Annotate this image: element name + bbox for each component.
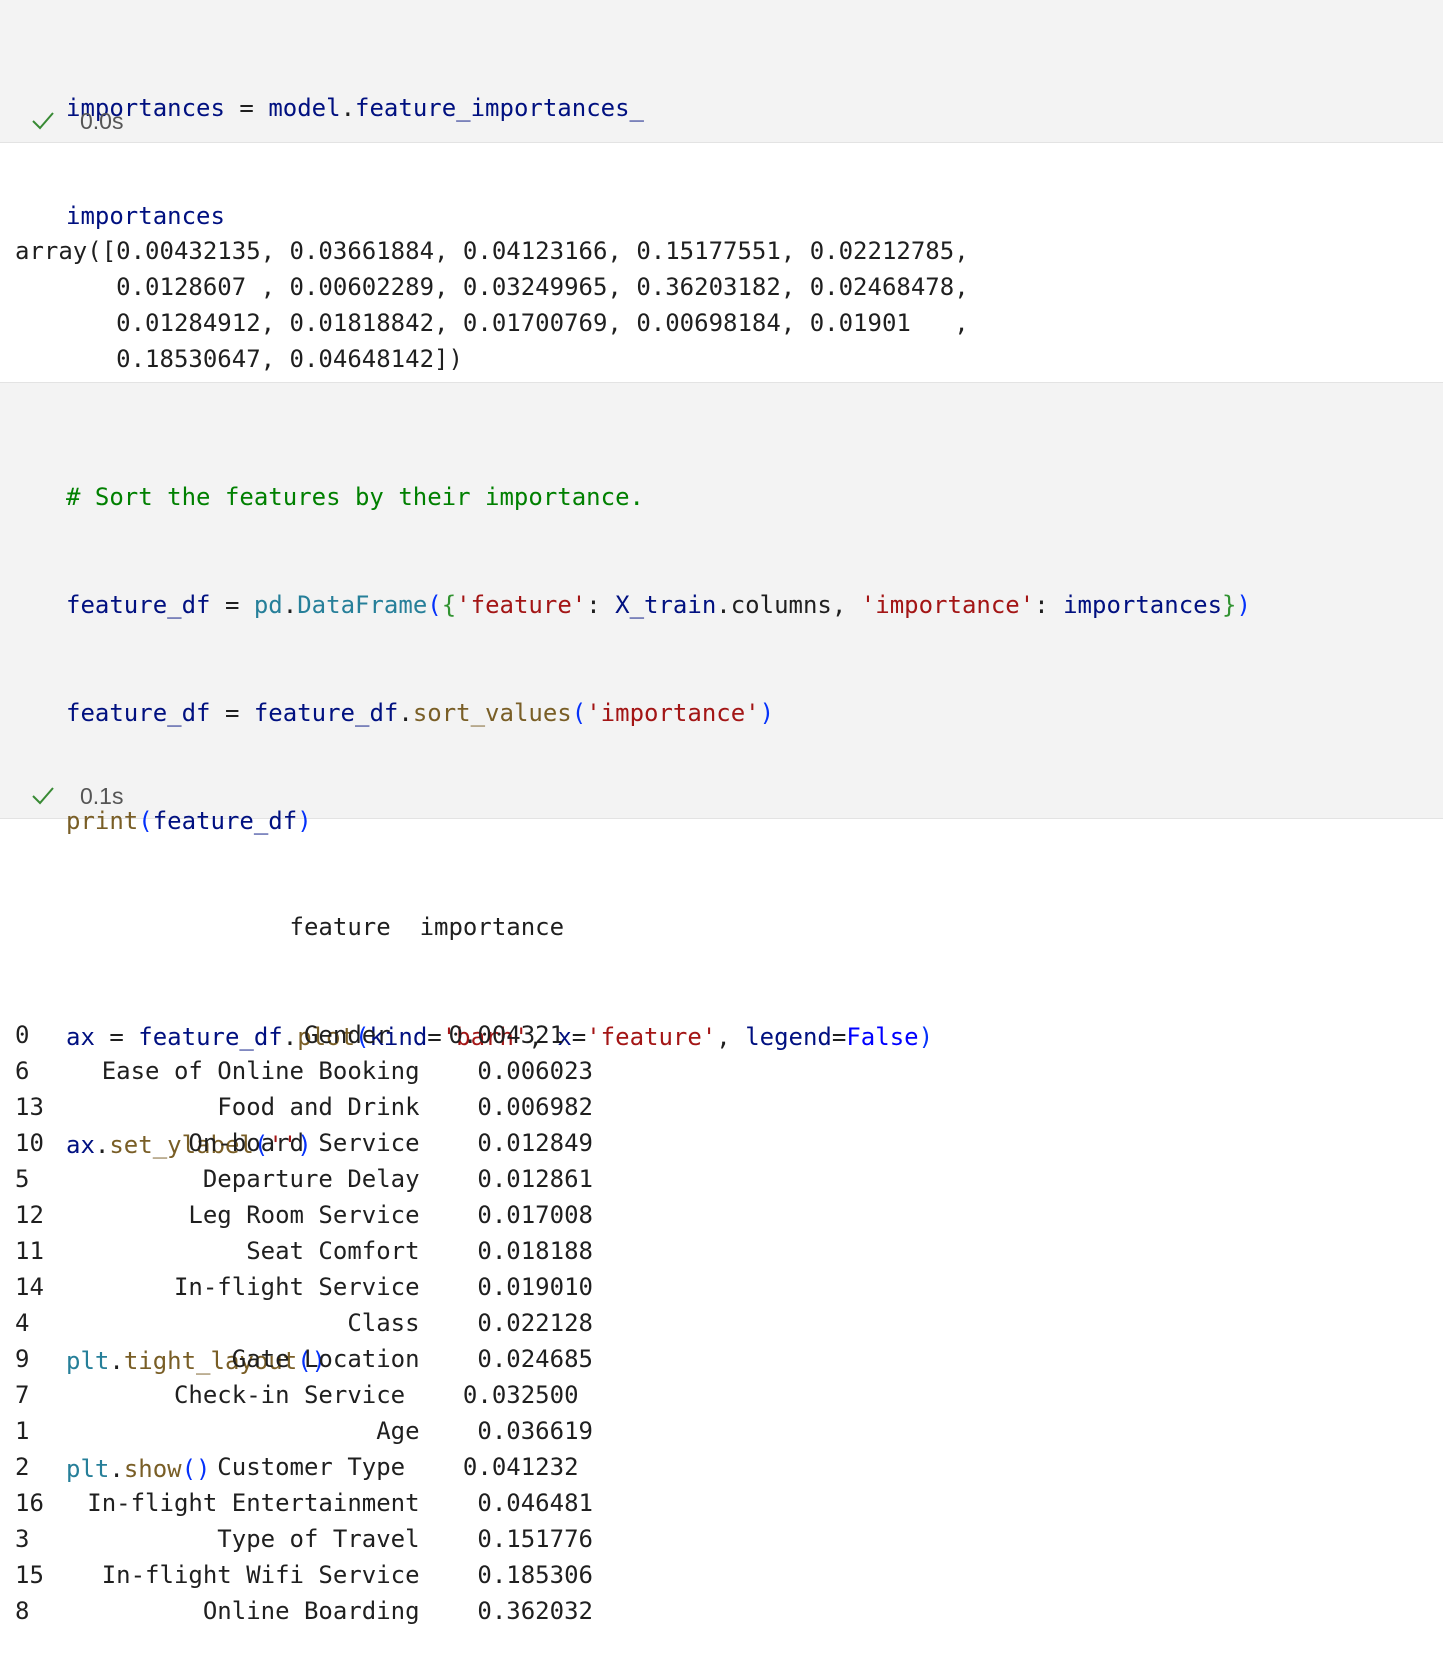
table-header: feature importance (15, 913, 565, 941)
code-token: ) (918, 1023, 934, 1051)
code-token: ) (1236, 591, 1251, 619)
code-token: . (398, 699, 413, 727)
code-token: ) (759, 699, 775, 727)
code-token: } (1222, 591, 1237, 619)
table-row: 4 Class 0.022128 (15, 1309, 593, 1337)
code-token: pd (253, 591, 283, 619)
code-token: 'feature' (456, 591, 587, 619)
code-token: : (586, 591, 616, 619)
table-row: 16 In-flight Entertainment 0.046481 (15, 1489, 593, 1517)
code-token: feature_df (253, 699, 399, 727)
code-token: : (1034, 591, 1064, 619)
code-token: feature_df (66, 591, 211, 619)
code-cell-1[interactable]: importances = model.feature_importances_… (0, 0, 1443, 230)
execution-status-2: 0.1s (30, 781, 123, 811)
table-row: 10 On-board Service 0.012849 (15, 1129, 593, 1157)
code-token: feature_df (66, 699, 211, 727)
code-token: . (716, 591, 731, 619)
code-token: DataFrame (297, 591, 428, 619)
code-line: feature_df = pd.DataFrame({'feature': X_… (66, 587, 1251, 623)
code-token: X_train (615, 591, 717, 619)
table-row: 2 Customer Type 0.041232 (15, 1453, 579, 1481)
table-row: 6 Ease of Online Booking 0.006023 (15, 1057, 593, 1085)
code-token: ( (427, 591, 442, 619)
check-icon (32, 787, 54, 805)
execution-time: 0.0s (80, 107, 124, 134)
output-line: 0.18530647, 0.04648142]) (15, 345, 463, 373)
check-icon (32, 112, 54, 130)
table-row: 12 Leg Room Service 0.017008 (15, 1201, 593, 1229)
code-token: ( (571, 699, 587, 727)
table-row: 0 Gender 0.004321 (15, 1021, 565, 1049)
table-row: 3 Type of Travel 0.151776 (15, 1525, 593, 1553)
table-row: 15 In-flight Wifi Service 0.185306 (15, 1561, 593, 1589)
code-token: 'feature' (586, 1023, 717, 1051)
code-token: = (210, 591, 254, 619)
code-token: , (716, 1023, 746, 1051)
cell-output-1: array([0.00432135, 0.03661884, 0.0412316… (15, 161, 969, 413)
code-token: , (831, 591, 861, 619)
table-row: 11 Seat Comfort 0.018188 (15, 1237, 593, 1265)
code-token: print (66, 807, 139, 835)
code-cell-2[interactable]: # Sort the features by their importance.… (0, 383, 1443, 1483)
code-token: . (282, 591, 298, 619)
table-row: 1 Age 0.036619 (15, 1417, 593, 1445)
table-row: 7 Check-in Service 0.032500 (15, 1381, 579, 1409)
code-line: print(feature_df) (66, 803, 1251, 839)
code-token: feature_df (152, 807, 298, 835)
code-token: legend (745, 1023, 832, 1051)
code-token: model (268, 94, 341, 122)
code-token: False (846, 1023, 919, 1051)
table-row: 5 Departure Delay 0.012861 (15, 1165, 593, 1193)
code-token: = (831, 1023, 847, 1051)
code-token: feature_importances_ (355, 94, 644, 122)
output-line: array([0.00432135, 0.03661884, 0.0412316… (15, 237, 969, 265)
code-token: 'importance' (860, 591, 1035, 619)
code-token: ) (297, 807, 312, 835)
table-row: 8 Online Boarding 0.362032 (15, 1597, 593, 1625)
execution-time: 0.1s (80, 782, 124, 809)
code-line: feature_df = feature_df.sort_values('imp… (66, 695, 1251, 731)
table-row: 14 In-flight Service 0.019010 (15, 1273, 593, 1301)
table-row: 13 Food and Drink 0.006982 (15, 1093, 593, 1121)
code-token: columns (730, 591, 832, 619)
code-token: 'importance' (586, 699, 760, 727)
code-token: . (340, 94, 356, 122)
code-token: ( (138, 807, 153, 835)
code-token: = (224, 94, 269, 122)
cell-output-2: feature importance 0 Gender 0.004321 6 Ea… (15, 837, 593, 1665)
code-token: sort_values (412, 699, 572, 727)
code-comment: # Sort the features by their importance. (66, 483, 644, 511)
table-row: 9 Gate Location 0.024685 (15, 1345, 593, 1373)
output-line: 0.0128607 , 0.00602289, 0.03249965, 0.36… (15, 273, 969, 301)
code-token: importances (1063, 591, 1223, 619)
code-token: = (210, 699, 254, 727)
code-line: importances = model.feature_importances_ (66, 90, 644, 126)
code-token: { (441, 591, 457, 619)
code-line: # Sort the features by their importance. (66, 479, 1251, 515)
output-line: 0.01284912, 0.01818842, 0.01700769, 0.00… (15, 309, 969, 337)
execution-status-1: 0.0s (30, 106, 123, 136)
